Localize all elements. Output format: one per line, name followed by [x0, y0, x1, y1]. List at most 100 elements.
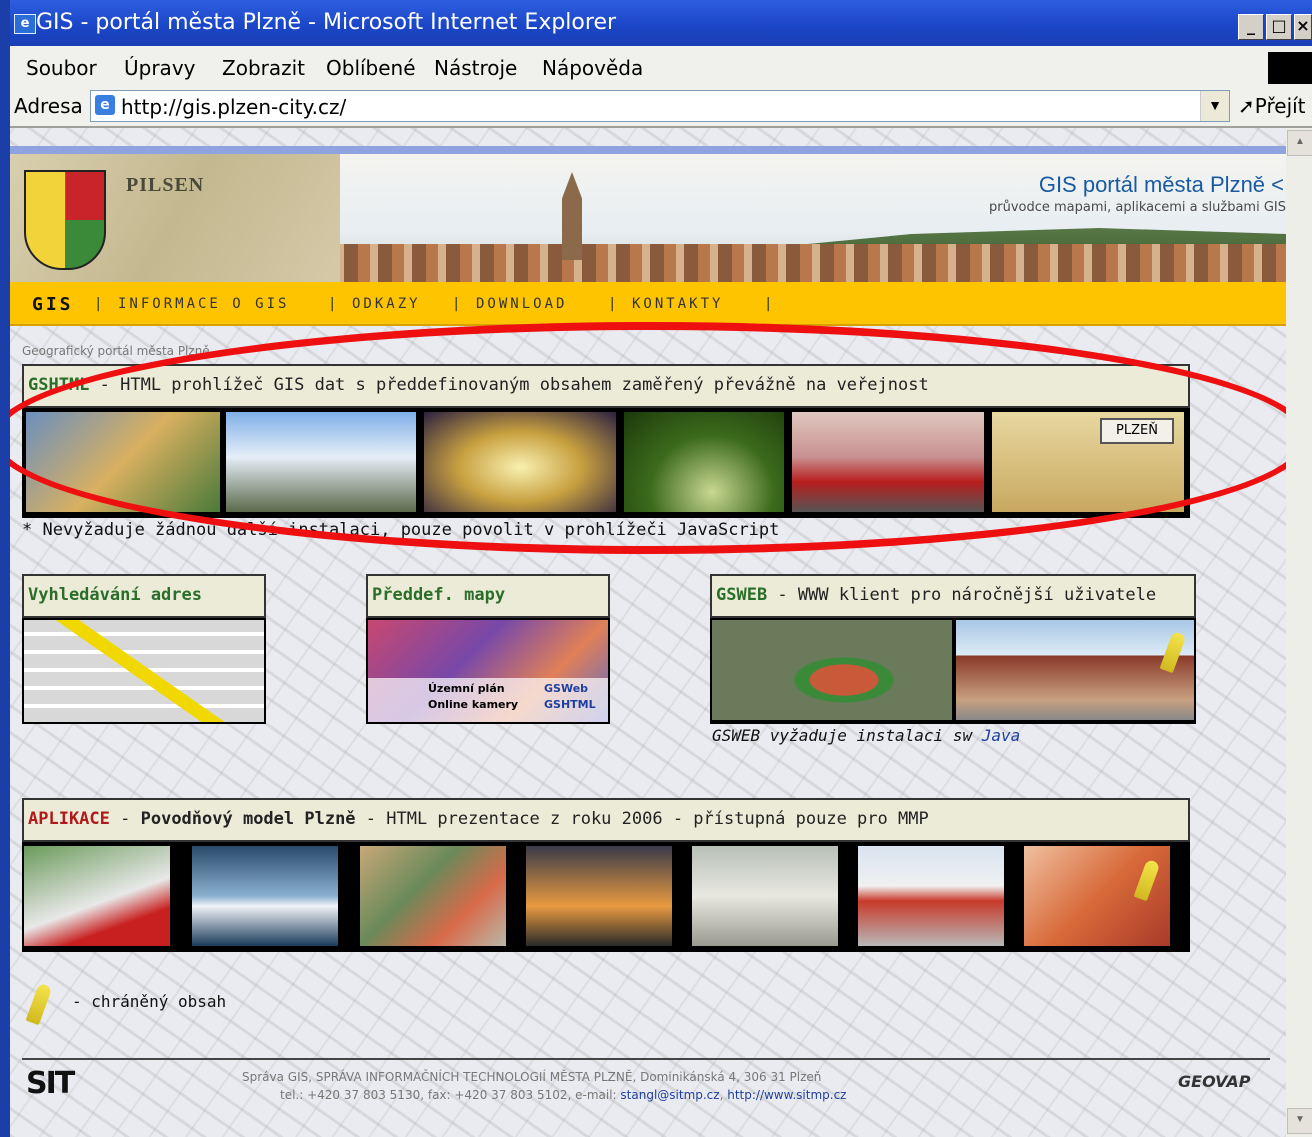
footer-divider [22, 1058, 1270, 1060]
go-label: Přejít [1254, 94, 1306, 118]
close-button[interactable]: × [1294, 14, 1312, 40]
nav-download[interactable]: DOWNLOAD [476, 296, 567, 312]
header-banner: PILSEN GIS portál města Plzně < průvodce… [10, 154, 1286, 282]
go-arrow-icon: ➚ [1238, 94, 1255, 118]
footer-line-2: tel.: +420 37 803 5130, fax: +420 37 803… [242, 1086, 846, 1104]
menu-oblibene[interactable]: Oblíbené [326, 56, 416, 80]
nav-separator: | [764, 296, 776, 312]
thumb-river[interactable] [192, 846, 338, 946]
website-link[interactable]: http://www.sitmp.cz [727, 1088, 846, 1102]
predef-maps-legend: Územní plán GSWeb Online kamery GSHTML [368, 678, 608, 722]
nav-odkazy[interactable]: ODKAZY [352, 296, 421, 312]
menu-napoveda[interactable]: Nápověda [542, 56, 643, 80]
gsweb-link[interactable]: GSWEB [716, 585, 767, 605]
page-icon: e [95, 95, 115, 115]
predef-row-uzemni-plan[interactable]: Územní plán [428, 682, 505, 695]
gsweb-note-text: GSWEB vyžaduje instalaci sw [712, 726, 982, 745]
gshtml-note: * Nevyžaduje žádnou další instalaci, pou… [22, 520, 780, 540]
thumb-road-barrier[interactable] [858, 846, 1004, 946]
key-icon [25, 982, 53, 1026]
nav-separator: | [452, 296, 464, 312]
breadcrumb: Geografický portál města Plzně [22, 344, 210, 358]
go-button[interactable]: ➚Přejít [1238, 94, 1306, 118]
city-crest-logo[interactable] [24, 170, 106, 270]
top-strip [10, 146, 1286, 154]
minimize-button[interactable]: _ [1238, 14, 1264, 40]
nav-separator: | [608, 296, 620, 312]
footer-line-1: Správa GIS, SPRÁVA INFORMAČNÍCH TECHNOLO… [242, 1070, 822, 1084]
address-search-header[interactable]: Vyhledávání adres [22, 574, 266, 618]
maximize-button[interactable]: □ [1266, 14, 1292, 40]
address-bar: Adresa e http://gis.plzen-city.cz/ ▼ ➚Př… [10, 86, 1312, 128]
apps-separator: - [109, 809, 141, 829]
thumb-tram[interactable] [792, 412, 984, 512]
thumb-plzen-map[interactable]: PLZEŇ [992, 412, 1184, 512]
gsweb-header[interactable]: GSWEB - WWW klient pro náročnější uživat… [710, 574, 1196, 618]
portal-tagline: průvodce mapami, aplikacemi a službami G… [989, 200, 1286, 215]
address-label: Adresa [14, 94, 83, 118]
gshtml-header[interactable]: GSHTML - HTML prohlížeč GIS dat s předde… [22, 364, 1190, 408]
thumb-stadium-aerial[interactable] [712, 620, 952, 720]
menu-nastroje[interactable]: Nástroje [434, 56, 517, 80]
thumb-collage[interactable] [26, 412, 220, 512]
gshtml-link[interactable]: GSHTML [28, 375, 89, 395]
gsweb-description: - WWW klient pro náročnější uživatele [767, 585, 1157, 605]
browser-window: e GIS - portál města Plzně - Microsoft I… [10, 0, 1312, 1137]
vertical-scrollbar[interactable]: ▲ ▼ [1286, 128, 1312, 1137]
nav-separator: | [94, 296, 106, 312]
plzen-sign: PLZEŇ [1100, 418, 1174, 444]
menu-soubor[interactable]: Soubor [26, 56, 97, 80]
banner-city [310, 244, 1286, 282]
nav-kontakty[interactable]: KONTAKTY [632, 296, 723, 312]
predef-row2-link[interactable]: GSHTML [544, 698, 596, 711]
thumb-town-hall[interactable] [956, 620, 1194, 720]
thumb-money[interactable] [360, 846, 506, 946]
address-search-map[interactable] [22, 618, 266, 724]
nav-separator: | [328, 296, 340, 312]
apps-label[interactable]: APLIKACE [28, 809, 110, 829]
predef-maps-header[interactable]: Předdef. mapy [366, 574, 610, 618]
menu-upravy[interactable]: Úpravy [124, 56, 195, 80]
portal-title: GIS portál města Plzně < [1038, 172, 1284, 197]
nav-gis[interactable]: GIS [32, 294, 74, 315]
thumb-tree-alley[interactable] [624, 412, 784, 512]
map-label-pilsen: PILSEN [126, 174, 205, 196]
footer-text: Správa GIS, SPRÁVA INFORMAČNÍCH TECHNOLO… [242, 1068, 846, 1104]
address-search-title[interactable]: Vyhledávání adres [28, 585, 202, 605]
apps-description: - HTML prezentace z roku 2006 - přístupn… [355, 809, 929, 829]
address-field[interactable]: e http://gis.plzen-city.cz/ ▼ [90, 90, 1230, 122]
windows-flag-icon [1268, 52, 1312, 84]
title-bar[interactable]: e GIS - portál města Plzně - Microsoft I… [10, 0, 1312, 46]
footer-contact: tel.: +420 37 803 5130, fax: +420 37 803… [280, 1088, 621, 1102]
predef-row-online-kamery[interactable]: Online kamery [428, 698, 518, 711]
thumb-3d-model[interactable] [24, 846, 170, 946]
menu-bar: Soubor Úpravy Zobrazit Oblíbené Nástroje… [10, 48, 1312, 87]
ie-icon[interactable]: e [14, 14, 36, 34]
email-link[interactable]: stangl@sitmp.cz [620, 1088, 719, 1102]
window-title: GIS - portál města Plzně - Microsoft Int… [36, 10, 617, 35]
scroll-down-icon[interactable]: ▼ [1287, 1108, 1312, 1134]
thumb-mountain-bike[interactable] [226, 412, 416, 512]
apps-header[interactable]: APLIKACE - Povodňový model Plzně - HTML … [22, 798, 1190, 842]
predef-row1-link[interactable]: GSWeb [544, 682, 588, 695]
page-content: PILSEN GIS portál města Plzně < průvodce… [10, 128, 1286, 1137]
scroll-up-icon[interactable]: ▲ [1287, 130, 1312, 156]
sit-logo[interactable]: SIT [26, 1066, 75, 1101]
thumb-theatre[interactable] [424, 412, 616, 512]
geovap-logo[interactable]: GEOVAP [1178, 1072, 1251, 1091]
address-dropdown-icon[interactable]: ▼ [1200, 91, 1229, 121]
predef-maps-title[interactable]: Předdef. mapy [372, 585, 505, 605]
gshtml-description: - HTML prohlížeč GIS dat s předdefinovan… [89, 375, 929, 395]
gsweb-images [710, 618, 1196, 724]
gsweb-note: GSWEB vyžaduje instalaci sw Java [712, 726, 1020, 745]
thumb-chimney[interactable] [526, 846, 672, 946]
address-url[interactable]: http://gis.plzen-city.cz/ [121, 95, 346, 119]
thumb-containers[interactable] [692, 846, 838, 946]
java-link[interactable]: Java [982, 726, 1021, 745]
nav-informace[interactable]: INFORMACE O GIS [118, 296, 289, 312]
menu-zobrazit[interactable]: Zobrazit [222, 56, 305, 80]
apps-flood-model-link[interactable]: Povodňový model Plzně [141, 809, 356, 829]
predef-maps-image[interactable]: Územní plán GSWeb Online kamery GSHTML [366, 618, 610, 724]
gshtml-thumbnail-strip: PLZEŇ [22, 408, 1190, 518]
protected-content-legend: - chráněný obsah [72, 992, 227, 1011]
